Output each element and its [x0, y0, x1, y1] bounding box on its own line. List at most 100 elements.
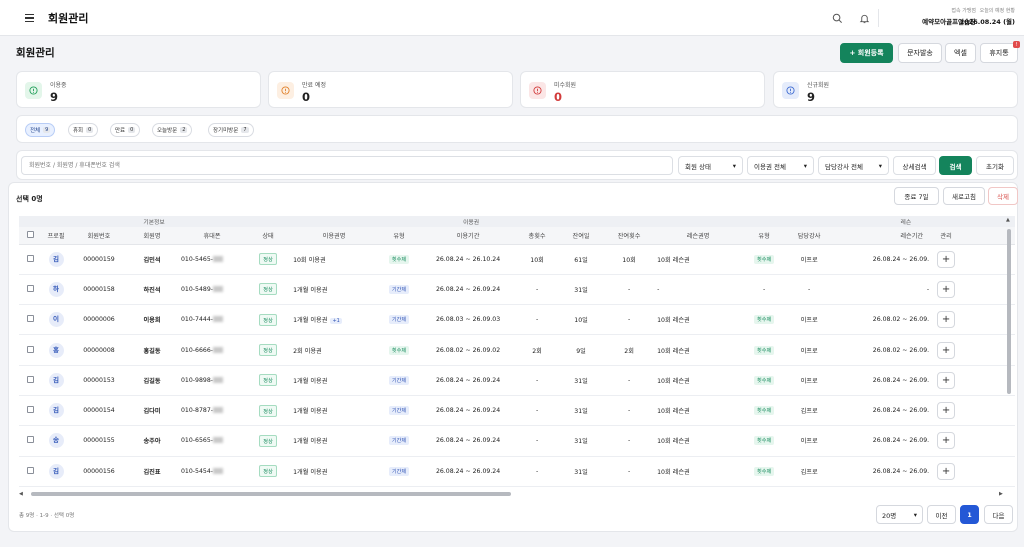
pass-type-badge: 횟수제	[388, 345, 410, 355]
column-header[interactable]: 유형	[743, 227, 786, 245]
page-size-select[interactable]: 20명 ▾	[876, 505, 923, 524]
row-checkbox[interactable]	[26, 254, 34, 262]
column-header[interactable]: 레슨기간	[833, 227, 932, 245]
pass-period: 26.08.24 ~ 26.09.24	[419, 365, 518, 396]
chip-long-absent[interactable]: 장기미방문 7	[208, 123, 254, 137]
chip-today-visit[interactable]: 오늘방문 2	[152, 123, 193, 137]
row-checkbox[interactable]	[26, 375, 34, 383]
info-circle-icon	[277, 82, 294, 99]
column-header[interactable]: 잔여일	[557, 227, 606, 245]
table-row[interactable]: 하 00000158 하진석 010-5489- 정상 1개월 이용권 기간제 26.08.2…	[19, 274, 1015, 306]
table-row[interactable]: 김 00000153 김길동 010-9898- 정상 1개월 이용권 기간제 26.08.2…	[19, 365, 1015, 396]
lesson-name: 10회 레슨권	[653, 425, 744, 457]
member-name[interactable]: 송주아	[127, 425, 177, 457]
stat-card-expiring[interactable]: 만료 예정 0	[268, 71, 513, 108]
row-checkbox[interactable]	[26, 315, 34, 323]
column-header[interactable]: 유형	[379, 227, 420, 245]
advanced-search-button[interactable]: 상세검색	[893, 156, 936, 175]
table-row[interactable]: 김 00000156 김진표 010-5454- 정상 1개월 이용권 기간제 26.08.2…	[19, 456, 1015, 487]
info-circle-icon	[782, 82, 799, 99]
member-name[interactable]: 김진표	[127, 456, 177, 487]
trash-button[interactable]: 휴지통 !	[980, 41, 1020, 63]
chip-expired[interactable]: 만료 0	[110, 123, 141, 137]
table-row[interactable]: 김 00000154 김다미 010-8787- 정상 1개월 이용권 기간제 26.08.2…	[19, 395, 1015, 427]
search-filter-bar: 회원 상태 ▾ 이용권 전체 ▾ 담당강사 전체 ▾ 상세검색 검색 초기화	[16, 150, 1018, 180]
column-header[interactable]: 상태	[247, 227, 290, 245]
scroll-left-icon[interactable]: ◀	[19, 491, 23, 497]
reset-button[interactable]: 초기화	[976, 156, 1014, 175]
select-all-checkbox[interactable]	[26, 230, 34, 238]
add-action-button[interactable]: +	[937, 371, 956, 389]
register-member-button[interactable]: + 회원등록	[840, 43, 893, 63]
add-action-button[interactable]: +	[937, 280, 956, 298]
column-header[interactable]: 관리	[931, 227, 962, 245]
send-sms-button[interactable]: 문자발송	[898, 43, 942, 63]
excel-button[interactable]: 엑셀	[945, 43, 976, 63]
row-checkbox[interactable]	[26, 466, 34, 474]
table-row[interactable]: 이 00000006 이용희 010-7444- 정상 1개월 이용권 +1 기간제 26.08…	[19, 304, 1015, 336]
stat-card-new[interactable]: 신규회원 9	[773, 71, 1018, 108]
member-name[interactable]: 김길동	[127, 365, 177, 396]
member-status-select[interactable]: 회원 상태 ▾	[678, 156, 743, 175]
chip-all[interactable]: 전체 9	[25, 123, 56, 137]
add-action-button[interactable]: +	[937, 402, 956, 420]
row-checkbox[interactable]	[26, 436, 34, 444]
member-name[interactable]: 이용희	[127, 304, 177, 336]
member-no: 00000153	[71, 365, 127, 396]
search-icon[interactable]	[828, 9, 846, 27]
phone-cell: 010-6666-	[177, 334, 247, 366]
chip-paused[interactable]: 휴회 0	[68, 123, 99, 137]
column-header[interactable]: 휴대폰	[177, 227, 247, 245]
delete-button[interactable]: 삭제	[988, 187, 1018, 205]
chip-count: 7	[241, 127, 249, 133]
table-row[interactable]: 김 00000159 김민석 010-5465- 정상 10회 이용권 횟수제 26.08.2…	[19, 244, 1015, 275]
page-1-button[interactable]: 1	[960, 505, 979, 524]
column-header[interactable]: 회원번호	[71, 227, 127, 245]
stat-card-active[interactable]: 이용중 9	[16, 71, 261, 108]
table-row[interactable]: 홍 00000008 홍길동 010-6666- 정상 2회 이용권 횟수제 26.08.02…	[19, 334, 1015, 366]
horizontal-scroll-thumb[interactable]	[31, 492, 511, 496]
status-chip-bar: 전체 9 휴회 0 만료 0 오늘방문 2 장기미방문 7	[16, 115, 1018, 143]
column-header[interactable]: 이용권명	[289, 227, 380, 245]
lesson-name: 10회 레슨권	[653, 456, 744, 487]
column-header[interactable]: 프로필	[41, 227, 71, 245]
pass-select[interactable]: 이용권 전체 ▾	[747, 156, 814, 175]
row-checkbox[interactable]	[26, 284, 34, 292]
lesson-type-cell: 횟수제	[743, 304, 786, 336]
column-header[interactable]: 이용기간	[419, 227, 518, 245]
add-action-button[interactable]: +	[937, 250, 956, 268]
expire-7days-button[interactable]: 종료 7일	[894, 187, 939, 205]
member-name[interactable]: 하진석	[127, 274, 177, 306]
member-search-input[interactable]	[21, 156, 673, 175]
masked-digits	[213, 376, 224, 383]
next-page-button[interactable]: 다음	[984, 505, 1013, 524]
add-action-button[interactable]: +	[937, 462, 956, 480]
scroll-up-icon[interactable]: ▲	[1006, 217, 1010, 223]
table-row[interactable]: 송 00000155 송주아 010-6565- 정상 1개월 이용권 기간제 26.08.2…	[19, 425, 1015, 457]
column-header[interactable]: 잔여횟수	[605, 227, 654, 245]
member-name[interactable]: 홍길동	[127, 334, 177, 366]
stat-card-unpaid[interactable]: 미수회원 0	[520, 71, 765, 108]
vertical-scrollbar[interactable]: ▲	[1005, 217, 1013, 495]
column-header[interactable]: 총횟수	[517, 227, 558, 245]
column-header[interactable]: 회원명	[127, 227, 177, 245]
member-name[interactable]: 김다미	[127, 395, 177, 427]
row-checkbox[interactable]	[26, 406, 34, 414]
refresh-button[interactable]: 새로고침	[943, 187, 985, 205]
column-header[interactable]: 레슨권명	[653, 227, 744, 245]
add-action-button[interactable]: +	[937, 341, 956, 359]
top-bar: 회원관리 접속 가맹점 예약모아골프연습장 오늘의 예정 현황 2026.08.…	[0, 0, 1024, 36]
horizontal-scrollbar[interactable]: ◀ ▶	[19, 490, 1007, 498]
prev-page-button[interactable]: 이전	[927, 505, 956, 524]
hamburger-icon[interactable]	[22, 11, 36, 25]
member-name[interactable]: 김민석	[127, 244, 177, 275]
extra-pass-badge[interactable]: +1	[330, 318, 342, 325]
row-checkbox[interactable]	[26, 345, 34, 353]
search-button[interactable]: 검색	[939, 156, 972, 175]
coach-select[interactable]: 담당강사 전체 ▾	[818, 156, 889, 175]
add-action-button[interactable]: +	[937, 432, 956, 450]
column-header[interactable]: 담당강사	[785, 227, 834, 245]
vertical-scroll-thumb[interactable]	[1007, 229, 1011, 394]
scroll-right-icon[interactable]: ▶	[999, 491, 1003, 497]
add-action-button[interactable]: +	[937, 311, 956, 329]
